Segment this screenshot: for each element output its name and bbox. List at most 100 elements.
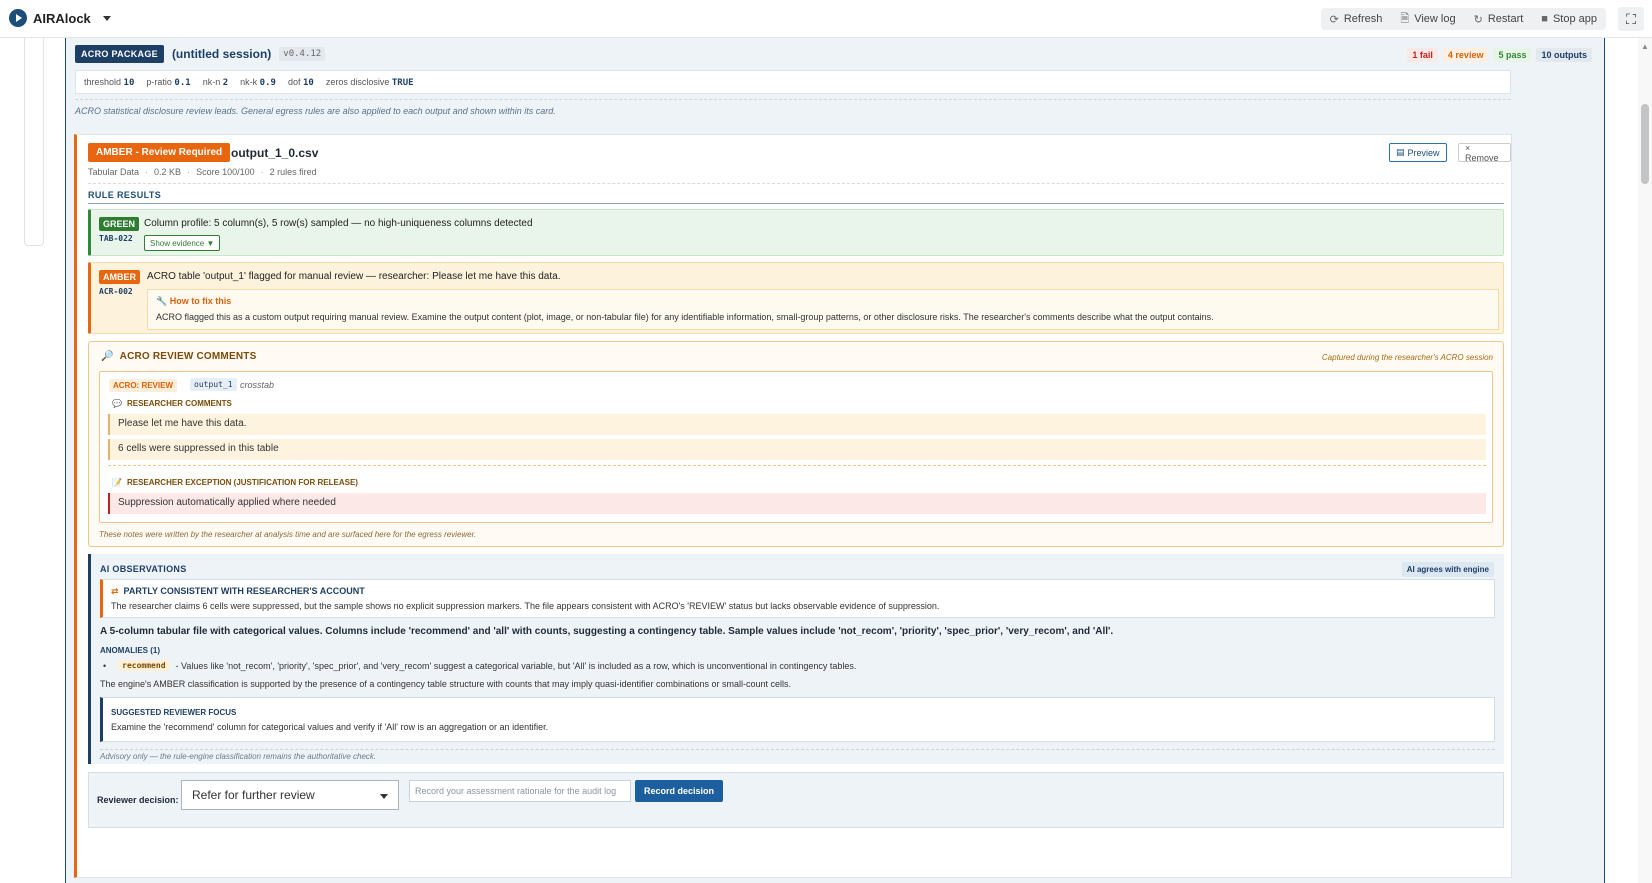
- rule-tag: AMBER ACR-002: [99, 270, 140, 296]
- ai-summary: A 5-column tabular file with categorical…: [100, 626, 1114, 637]
- page-scrollbar[interactable]: ▲: [1638, 38, 1652, 883]
- table-icon: ▤: [1396, 147, 1405, 157]
- output-meta: Tabular Data · 0.2 KB · Score 100/100 · 2 r…: [88, 167, 317, 177]
- rule-code: ACR-002: [99, 287, 133, 296]
- decision-label: Reviewer decision:: [97, 795, 179, 805]
- anomaly-item: • recommend - Values like 'not_recom', '…: [103, 660, 856, 671]
- threshold-item: dof 10: [287, 77, 314, 88]
- threshold-item: nk-k 0.9: [240, 77, 276, 88]
- reviewer-focus-box: SUGGESTED REVIEWER FOCUS Examine the 're…: [100, 697, 1495, 742]
- search-icon: 🔎: [101, 351, 114, 362]
- rules-fired: 2 rules fired: [269, 167, 317, 177]
- refresh-button[interactable]: ⟳ Refresh: [1321, 8, 1392, 30]
- captured-note: Captured during the researcher's ACRO se…: [1321, 353, 1493, 362]
- stop-app-button[interactable]: ■ Stop app: [1532, 8, 1606, 30]
- version-tag: v0.4.12: [279, 47, 326, 61]
- pass-count-badge: 5 pass: [1493, 48, 1532, 62]
- app-name: AIRAlock: [33, 10, 91, 26]
- ai-observations: AI OBSERVATIONS AI agrees with engine ⇄ …: [88, 554, 1504, 764]
- stop-app-label: Stop app: [1552, 13, 1597, 25]
- app-actions: ⟳ Refresh 🗎 View log ↻ Restart ■ Stop ap…: [1320, 8, 1606, 30]
- view-log-button[interactable]: 🗎 View log: [1391, 8, 1464, 30]
- record-decision-button[interactable]: Record decision: [635, 780, 724, 802]
- package-badge: ACRO PACKAGE: [75, 45, 164, 63]
- researcher-exception: Suppression automatically applied where …: [108, 493, 1486, 514]
- decision-select[interactable]: Refer for further review: [181, 780, 399, 810]
- package-header: ACRO PACKAGE (untitled session) v0.4.12: [75, 45, 326, 63]
- how-to-fix-title: 🔧 How to fix this: [156, 296, 232, 306]
- reviewer-focus-text: Examine the 'recommend' column for categ…: [111, 722, 549, 732]
- preview-button[interactable]: ▤ Preview: [1389, 143, 1447, 162]
- threshold-settings: threshold 10 p-ratio 0.1 nk-n 2 nk-k 0.9…: [75, 70, 1511, 94]
- view-log-label: View log: [1414, 13, 1456, 25]
- session-title: (untitled session): [171, 47, 272, 61]
- rule-result-amber: AMBER ACR-002 ACRO table 'output_1' flag…: [88, 262, 1504, 334]
- acro-package-panel: ACRO PACKAGE (untitled session) v0.4.12 …: [65, 38, 1605, 883]
- rule-level-badge: AMBER: [99, 270, 140, 284]
- sidebar-panel: [24, 38, 44, 246]
- rule-level-badge: GREEN: [99, 217, 140, 231]
- divider: [88, 183, 1504, 184]
- consistency-box: ⇄ PARTLY CONSISTENT WITH RESEARCHER'S AC…: [100, 579, 1495, 618]
- status-badge: AMBER - Review Required: [88, 143, 231, 162]
- divider: [88, 203, 1504, 204]
- show-evidence-button[interactable]: Show evidence ▼: [144, 235, 221, 251]
- decision-selected-value: Refer for further review: [192, 788, 315, 802]
- acro-output-kind: crosstab: [240, 380, 275, 390]
- anomaly-text: - Values like 'not_recom', 'priority', '…: [175, 660, 857, 671]
- review-count-badge: 4 review: [1442, 48, 1489, 62]
- threshold-item: zeros disclosive TRUE: [325, 77, 414, 88]
- scroll-up-icon[interactable]: ▲: [1641, 42, 1649, 51]
- rule-result-green: GREEN TAB-022 Column profile: 5 column(s…: [88, 209, 1504, 256]
- researcher-exception-heading: 📝 RESEARCHER EXCEPTION (JUSTIFICATION FO…: [112, 478, 358, 487]
- ai-observations-heading: AI OBSERVATIONS: [100, 564, 187, 574]
- consistency-text: The researcher claims 6 cells were suppr…: [111, 601, 940, 611]
- how-to-fix-box: 🔧 How to fix this ACRO flagged this as a…: [147, 289, 1499, 330]
- play-logo-icon: [9, 9, 27, 27]
- restart-label: Restart: [1487, 13, 1524, 25]
- restart-button[interactable]: ↻ Restart: [1465, 8, 1533, 30]
- acro-comment-entry: ACRO: REVIEW output_1 crosstab 💬 RESEARC…: [99, 371, 1493, 523]
- rule-tag: GREEN TAB-022: [99, 217, 140, 243]
- ai-footnote: Advisory only — the rule-engine classifi…: [100, 752, 377, 761]
- rule-code: TAB-022: [99, 234, 133, 243]
- outputs-count-badge: 10 outputs: [1536, 48, 1592, 62]
- file-icon: 🗎: [1400, 12, 1410, 25]
- bullet-icon: •: [103, 660, 107, 671]
- threshold-item: p-ratio 0.1: [146, 77, 191, 88]
- acro-footnote: These notes were written by the research…: [99, 530, 477, 539]
- acro-status-pill: ACRO: REVIEW: [109, 379, 177, 392]
- acro-review-comments: 🔎 ACRO REVIEW COMMENTS Captured during t…: [88, 341, 1504, 547]
- remove-button[interactable]: × Remove: [1458, 143, 1511, 163]
- ai-agreement-badge: AI agrees with engine: [1401, 562, 1494, 577]
- refresh-label: Refresh: [1343, 13, 1383, 25]
- acro-comments-heading: 🔎 ACRO REVIEW COMMENTS: [101, 351, 257, 362]
- swap-icon: ⇄: [111, 586, 119, 596]
- consistency-title: ⇄ PARTLY CONSISTENT WITH RESEARCHER'S AC…: [111, 586, 365, 596]
- chevron-down-icon[interactable]: [102, 15, 111, 21]
- rule-text: ACRO table 'output_1' flagged for manual…: [147, 271, 561, 282]
- fullscreen-icon: ⛶: [1626, 10, 1636, 27]
- engine-note: The engine's AMBER classification is sup…: [100, 679, 792, 689]
- restart-icon: ↻: [1473, 13, 1483, 26]
- output-card: AMBER - Review Required output_1_0.csv T…: [74, 134, 1512, 878]
- researcher-comments-heading: 💬 RESEARCHER COMMENTS: [112, 399, 232, 408]
- top-bar: AIRAlock ⟳ Refresh 🗎 View log ↻ Restart …: [0, 0, 1652, 38]
- scrollbar-thumb[interactable]: [1641, 104, 1649, 184]
- chevron-down-icon: [380, 794, 388, 799]
- wrench-icon: 🔧: [156, 296, 168, 306]
- fail-count-badge: 1 fail: [1407, 48, 1438, 62]
- comment-icon: 💬: [112, 399, 122, 408]
- anomalies-heading: ANOMALIES (1): [100, 646, 160, 655]
- fullscreen-button[interactable]: ⛶: [1618, 7, 1644, 31]
- score: Score 100/100: [196, 167, 255, 177]
- rationale-input[interactable]: Record your assessment rationale for the…: [409, 780, 631, 802]
- app-brand[interactable]: AIRAlock: [9, 9, 111, 27]
- researcher-comment: 6 cells were suppressed in this table: [108, 439, 1486, 460]
- threshold-item: nk-n 2: [202, 77, 229, 88]
- reviewer-decision-bar: Reviewer decision: Refer for further rev…: [88, 772, 1504, 828]
- refresh-icon: ⟳: [1329, 13, 1339, 26]
- divider: [108, 465, 1486, 466]
- threshold-item: threshold 10: [84, 77, 135, 88]
- reviewer-focus-heading: SUGGESTED REVIEWER FOCUS: [111, 708, 237, 717]
